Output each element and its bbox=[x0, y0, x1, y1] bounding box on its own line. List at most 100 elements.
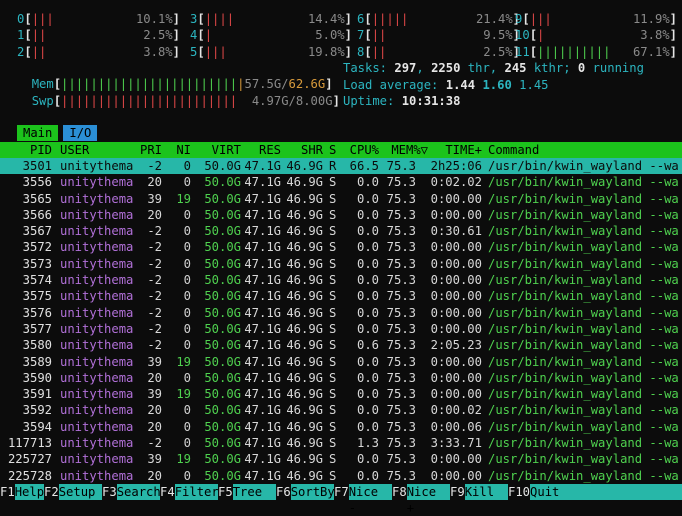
table-row[interactable]: 3590 unitythema 20 0 50.0G 47.1G 46.9G S 0.0 75.3… bbox=[0, 370, 682, 386]
table-row[interactable]: 225728 unitythema 20 0 50.0G 47.1G 46.9G S 0.0 75… bbox=[0, 468, 682, 484]
fkey-kill[interactable]: F9 Kill bbox=[450, 484, 508, 500]
cell-shr: 46.9G bbox=[286, 452, 323, 467]
column-header-s[interactable]: S bbox=[329, 142, 339, 158]
cell-pid: 3572 bbox=[22, 240, 52, 255]
table-row[interactable]: 225727 unitythema 39 19 50.0G 47.1G 46.9G S 0.0 7… bbox=[0, 451, 682, 467]
fkey-setup[interactable]: F2 Setup bbox=[44, 484, 102, 500]
cell-pid: 3577 bbox=[22, 321, 52, 336]
table-row[interactable]: 3580 unitythema -2 0 50.0G 47.1G 46.9G S 0.6 75.3… bbox=[0, 337, 682, 353]
cell-res: 47.1G bbox=[244, 338, 281, 353]
cell-cpu: 0.0 bbox=[356, 403, 379, 418]
cell-time: 0:30.61 bbox=[430, 224, 482, 239]
fkey-label: Nice + bbox=[406, 484, 450, 515]
process-table: 3501 unitythema -2 0 50.0G 47.1G 46.9G R 66.5 75.… bbox=[0, 158, 682, 484]
fkey-nice[interactable]: F7 Nice - bbox=[334, 484, 392, 515]
cell-ni: 0 bbox=[183, 159, 191, 173]
fkey-tree[interactable]: F5 Tree bbox=[218, 484, 276, 500]
column-header-mem[interactable]: MEM%▽ bbox=[384, 142, 428, 158]
tab-main[interactable]: Main bbox=[17, 125, 59, 141]
table-row[interactable]: 117713 unitythema -2 0 50.0G 47.1G 46.9G S 1.3 75… bbox=[0, 435, 682, 451]
cell-virt: 50.0G bbox=[204, 273, 241, 288]
cell-cpu: 0.0 bbox=[356, 273, 379, 288]
cell-ni: 0 bbox=[183, 256, 191, 271]
cell-res: 47.1G bbox=[244, 370, 281, 385]
cell-user: unitythema bbox=[60, 159, 134, 173]
cell-cpu: 0.0 bbox=[356, 175, 379, 190]
selected-process-row[interactable]: 3501 unitythema -2 0 50.0G 47.1G 46.9G R 66.5 75.… bbox=[0, 158, 682, 175]
table-row[interactable]: 3567 unitythema -2 0 50.0G 47.1G 46.9G S 0.0 75.3… bbox=[0, 223, 682, 239]
table-row[interactable]: 3576 unitythema -2 0 50.0G 47.1G 46.9G S 0.0 75.3… bbox=[0, 305, 682, 321]
cpu-bar: || bbox=[31, 45, 47, 59]
column-header-pri[interactable]: PRI bbox=[136, 142, 162, 158]
table-row[interactable]: 3575 unitythema -2 0 50.0G 47.1G 46.9G S 0.0 75.3… bbox=[0, 288, 682, 304]
fkey-nice[interactable]: F8 Nice + bbox=[392, 484, 450, 515]
column-header-virt[interactable]: VIRT bbox=[195, 142, 241, 158]
cell-time: 0:00.00 bbox=[430, 387, 482, 402]
column-header-pid[interactable]: PID bbox=[0, 142, 52, 158]
swap-value: 4.97G/8.00G bbox=[251, 94, 333, 108]
cell-pri: -2 bbox=[147, 436, 162, 451]
cell-pri: -2 bbox=[147, 321, 162, 336]
table-row[interactable]: 3565 unitythema 39 19 50.0G 47.1G 46.9G S 0.0 75.… bbox=[0, 191, 682, 207]
table-row[interactable]: 3591 unitythema 39 19 50.0G 47.1G 46.9G S 0.0 75.… bbox=[0, 386, 682, 402]
cpu-percent: 3.8%] bbox=[640, 28, 677, 42]
cell-cmd: /usr/bin/kwin_wayland --wa bbox=[488, 175, 679, 190]
table-row[interactable]: 3572 unitythema -2 0 50.0G 47.1G 46.9G S 0.0 75.3… bbox=[0, 239, 682, 255]
cell-time: 3:33.71 bbox=[430, 436, 482, 451]
cell-ni: 0 bbox=[183, 321, 191, 336]
column-header-shr[interactable]: SHR bbox=[283, 142, 323, 158]
cell-res: 47.1G bbox=[244, 354, 281, 369]
column-header-user[interactable]: USER bbox=[60, 142, 140, 158]
cell-cmd: /usr/bin/kwin_wayland --wa bbox=[488, 452, 679, 467]
cell-user: unitythema bbox=[60, 175, 134, 190]
cell-ni: 0 bbox=[183, 207, 191, 222]
cell-pri: 20 bbox=[147, 175, 162, 190]
column-header-res[interactable]: RES bbox=[243, 142, 281, 158]
cell-user: unitythema bbox=[60, 370, 134, 385]
column-header-cpu[interactable]: CPU% bbox=[345, 142, 379, 158]
column-header-time[interactable]: TIME+ bbox=[424, 142, 482, 158]
cpu-percent: 3.8%] bbox=[143, 45, 180, 59]
cell-res: 47.1G bbox=[244, 191, 281, 206]
cell-ni: 0 bbox=[183, 338, 191, 353]
cell-virt: 50.0G bbox=[204, 207, 241, 222]
fkey-quit[interactable]: F10 Quit bbox=[508, 484, 578, 500]
mem-meter: Mem[|||||||||||||||||||||||||57.5G/62.6G… bbox=[31, 77, 333, 91]
cell-res: 47.1G bbox=[244, 436, 281, 451]
cell-virt: 50.0G bbox=[204, 468, 241, 483]
table-row[interactable]: 3566 unitythema 20 0 50.0G 47.1G 46.9G S 0.0 75.3… bbox=[0, 207, 682, 223]
cell-pid: 3573 bbox=[22, 256, 52, 271]
table-row[interactable]: 3592 unitythema 20 0 50.0G 47.1G 46.9G S 0.0 75.3… bbox=[0, 402, 682, 418]
fkey-filter[interactable]: F4 Filter bbox=[160, 484, 219, 500]
cpu-bar: | bbox=[537, 28, 545, 42]
cell-res: 47.1G bbox=[244, 305, 281, 320]
table-row[interactable]: 3589 unitythema 39 19 50.0G 47.1G 46.9G S 0.0 75.… bbox=[0, 354, 682, 370]
column-header-ni[interactable]: NI bbox=[168, 142, 191, 158]
fkey-help[interactable]: F1 Help bbox=[0, 484, 45, 500]
cell-res: 47.1G bbox=[244, 256, 281, 271]
fkey-label: Nice - bbox=[348, 484, 392, 515]
table-row[interactable]: 3556 unitythema 20 0 50.0G 47.1G 46.9G S 0.0 75.3… bbox=[0, 174, 682, 190]
cell-pid: 3591 bbox=[22, 387, 52, 402]
tab-io[interactable]: I/O bbox=[63, 125, 98, 141]
column-header-cmd[interactable]: Command bbox=[488, 142, 682, 158]
cell-s: S bbox=[329, 419, 337, 434]
cpu-percent: 19.8%] bbox=[307, 45, 352, 59]
cell-cmd: /usr/bin/kwin_wayland --wa bbox=[488, 338, 679, 353]
cpu-percent: 10.1%] bbox=[135, 12, 180, 26]
cell-res: 47.1G bbox=[244, 289, 281, 304]
fkey-label: Help bbox=[14, 484, 45, 500]
fkey-search[interactable]: F3 Search bbox=[102, 484, 161, 500]
fkey-sortby[interactable]: F6 SortBy bbox=[276, 484, 335, 500]
cell-time: 0:00.00 bbox=[430, 207, 482, 222]
table-row[interactable]: 3594 unitythema 20 0 50.0G 47.1G 46.9G S 0.0 75.3… bbox=[0, 419, 682, 435]
table-row[interactable]: 3574 unitythema -2 0 50.0G 47.1G 46.9G S 0.0 75.3… bbox=[0, 272, 682, 288]
cpu-meter-5: 5[||| bbox=[190, 45, 227, 59]
cell-user: unitythema bbox=[60, 289, 134, 304]
table-row[interactable]: 3573 unitythema -2 0 50.0G 47.1G 46.9G S 0.0 75.3… bbox=[0, 256, 682, 272]
cell-user: unitythema bbox=[60, 273, 134, 288]
table-row[interactable]: 3577 unitythema -2 0 50.0G 47.1G 46.9G S 0.0 75.3… bbox=[0, 321, 682, 337]
cell-pid: 3594 bbox=[22, 419, 52, 434]
cell-res: 47.1G bbox=[244, 419, 281, 434]
cell-mem: 75.3 bbox=[386, 468, 416, 483]
